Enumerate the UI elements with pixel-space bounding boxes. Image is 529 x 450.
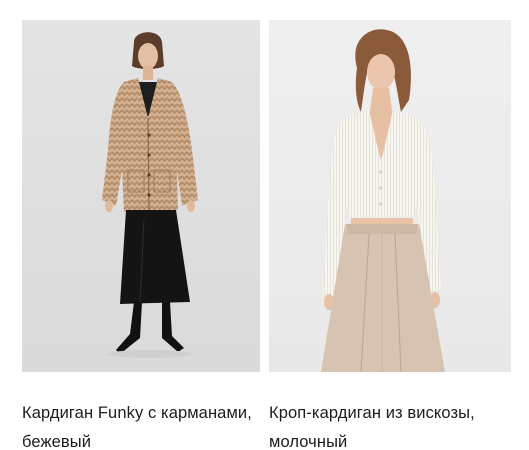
product-card[interactable]: Кардиган Funky с карманами, бежевый — [22, 20, 260, 450]
product-image[interactable] — [22, 20, 260, 372]
product-title[interactable]: Кроп-кардиган из вискозы, молочный — [269, 399, 511, 450]
product-image[interactable] — [269, 20, 511, 372]
product-card[interactable]: Кроп-кардиган из вискозы, молочный — [269, 20, 511, 450]
product-grid: Кардиган Funky с карманами, бежевый Кроп… — [0, 0, 529, 450]
product-title[interactable]: Кардиган Funky с карманами, бежевый — [22, 399, 260, 450]
